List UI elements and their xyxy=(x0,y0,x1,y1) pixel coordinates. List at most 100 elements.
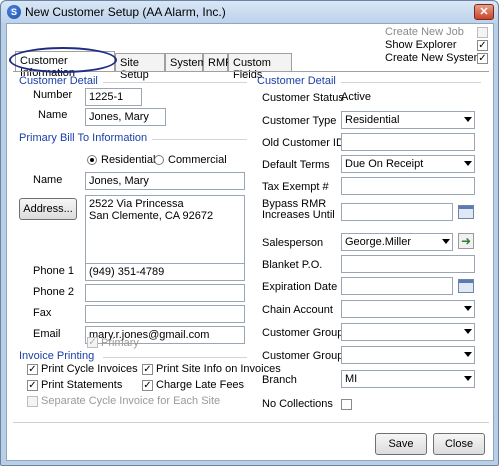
dropdown-arrow-icon xyxy=(464,117,472,122)
primary-email-checkbox[interactable]: ✓ xyxy=(87,337,98,348)
print-statements-checkbox[interactable]: ✓ xyxy=(27,380,38,391)
salesperson-go-icon[interactable]: ➜ xyxy=(458,233,474,249)
dropdown-arrow-icon xyxy=(464,306,472,311)
dropdown-arrow-icon xyxy=(464,329,472,334)
no-collections-label: No Collections xyxy=(262,398,333,410)
residential-label: Residential xyxy=(101,154,156,166)
customer-detail-right-heading: Customer Detail xyxy=(257,75,336,87)
customer-type-label: Customer Type xyxy=(262,115,337,127)
chain-account-select[interactable] xyxy=(341,300,475,318)
fax-label: Fax xyxy=(33,307,52,319)
invoice-printing-heading: Invoice Printing xyxy=(19,350,95,362)
bypass-rmr-label-line2: Increases Until xyxy=(262,209,335,221)
close-button[interactable]: Close xyxy=(433,433,485,455)
default-terms-label: Default Terms xyxy=(262,159,330,171)
branch-value: MI xyxy=(345,373,358,385)
create-new-job-checkbox[interactable] xyxy=(477,27,488,38)
section-divider xyxy=(341,82,481,83)
dialog-body: Create New Job Show Explorer ✓ Create Ne… xyxy=(6,23,494,461)
tab-highlight-ring xyxy=(9,47,117,73)
customer-type-select[interactable]: Residential xyxy=(341,111,475,129)
customer-group-label: Customer Group xyxy=(262,327,344,339)
print-cycle-checkbox[interactable]: ✓ xyxy=(27,364,38,375)
footer-divider xyxy=(13,422,489,423)
tab-system[interactable]: System xyxy=(165,53,207,71)
branch-label: Branch xyxy=(262,374,297,386)
salesperson-value: George.Miller xyxy=(345,236,412,248)
tab-custom-fields[interactable]: Custom Fields xyxy=(228,53,292,81)
bill-to-heading: Primary Bill To Information xyxy=(19,132,148,144)
print-statements-label: Print Statements xyxy=(41,379,123,391)
show-explorer-checkbox[interactable]: ✓ xyxy=(477,40,488,51)
address-line-2: San Clemente, CA 92672 xyxy=(89,210,214,222)
window-title: New Customer Setup (AA Alarm, Inc.) xyxy=(25,5,226,19)
residential-radio[interactable] xyxy=(87,155,97,165)
fax-field[interactable] xyxy=(85,305,245,323)
section-divider xyxy=(103,357,247,358)
old-customer-id-label: Old Customer ID xyxy=(262,137,344,149)
bill-to-name-field[interactable]: Jones, Mary xyxy=(85,172,245,190)
dropdown-arrow-icon xyxy=(442,239,450,244)
customer-status-value: Active xyxy=(341,91,371,103)
create-new-system-checkbox[interactable]: ✓ xyxy=(477,53,488,64)
charge-late-fees-checkbox[interactable]: ✓ xyxy=(142,380,153,391)
customer-group-select[interactable] xyxy=(341,323,475,341)
separate-cycle-checkbox[interactable] xyxy=(27,396,38,407)
dropdown-arrow-icon xyxy=(464,161,472,166)
calendar-icon[interactable] xyxy=(458,205,474,219)
address-line-1: 2522 Via Princessa xyxy=(89,198,184,210)
number-label: Number xyxy=(33,89,73,101)
phone2-label: Phone 2 xyxy=(33,286,74,298)
calendar-icon[interactable] xyxy=(458,279,474,293)
bill-to-name-label: Name xyxy=(33,174,63,186)
name-label: Name xyxy=(38,109,68,121)
customer-detail-heading: Customer Detail xyxy=(19,75,98,87)
customer-setup-window: S New Customer Setup (AA Alarm, Inc.) ✕ … xyxy=(0,0,499,466)
create-new-job-label: Create New Job xyxy=(385,26,464,38)
old-customer-id-field[interactable] xyxy=(341,133,475,151)
bypass-rmr-field[interactable] xyxy=(341,203,453,221)
expiration-date-label: Expiration Date xyxy=(262,281,338,293)
app-icon: S xyxy=(7,5,21,19)
expiration-date-field[interactable] xyxy=(341,277,453,295)
phone1-label: Phone 1 xyxy=(33,265,74,277)
primary-email-label: Primary xyxy=(101,337,139,349)
tab-rmr[interactable]: RMR xyxy=(203,53,233,71)
address-button[interactable]: Address... xyxy=(19,198,77,220)
no-collections-checkbox[interactable] xyxy=(341,399,352,410)
print-site-info-checkbox[interactable]: ✓ xyxy=(142,364,153,375)
number-field[interactable]: 1225-1 xyxy=(85,88,142,106)
blanket-po-label: Blanket P.O. xyxy=(262,259,323,271)
commercial-radio[interactable] xyxy=(154,155,164,165)
section-divider xyxy=(103,82,247,83)
customer-group-2-select[interactable] xyxy=(341,346,475,364)
salesperson-select[interactable]: George.Miller xyxy=(341,233,453,251)
save-button[interactable]: Save xyxy=(375,433,427,455)
show-explorer-label: Show Explorer xyxy=(385,39,457,51)
branch-select[interactable]: MI xyxy=(341,370,475,388)
create-new-system-label: Create New System xyxy=(385,52,483,64)
phone1-field[interactable]: (949) 351-4789 xyxy=(85,263,245,281)
tax-exempt-label: Tax Exempt # xyxy=(262,181,329,193)
tax-exempt-field[interactable] xyxy=(341,177,475,195)
default-terms-select[interactable]: Due On Receipt xyxy=(341,155,475,173)
customer-status-label: Customer Status xyxy=(262,92,344,104)
title-bar[interactable]: S New Customer Setup (AA Alarm, Inc.) ✕ xyxy=(1,1,498,23)
default-terms-value: Due On Receipt xyxy=(345,158,424,170)
commercial-label: Commercial xyxy=(168,154,227,166)
blanket-po-field[interactable] xyxy=(341,255,475,273)
phone2-field[interactable] xyxy=(85,284,245,302)
name-field[interactable]: Jones, Mary xyxy=(85,108,166,126)
address-box[interactable]: 2522 Via Princessa San Clemente, CA 9267… xyxy=(85,195,245,265)
section-divider xyxy=(152,139,247,140)
close-window-button[interactable]: ✕ xyxy=(474,4,494,20)
salesperson-label: Salesperson xyxy=(262,237,324,249)
charge-late-fees-label: Charge Late Fees xyxy=(156,379,245,391)
dropdown-arrow-icon xyxy=(464,352,472,357)
customer-type-value: Residential xyxy=(345,114,400,126)
customer-group-2-label: Customer Group 2 xyxy=(262,350,353,362)
print-cycle-label: Print Cycle Invoices xyxy=(41,363,138,375)
email-label: Email xyxy=(33,328,61,340)
chain-account-label: Chain Account xyxy=(262,304,333,316)
tab-site-setup[interactable]: Site Setup xyxy=(115,53,165,81)
